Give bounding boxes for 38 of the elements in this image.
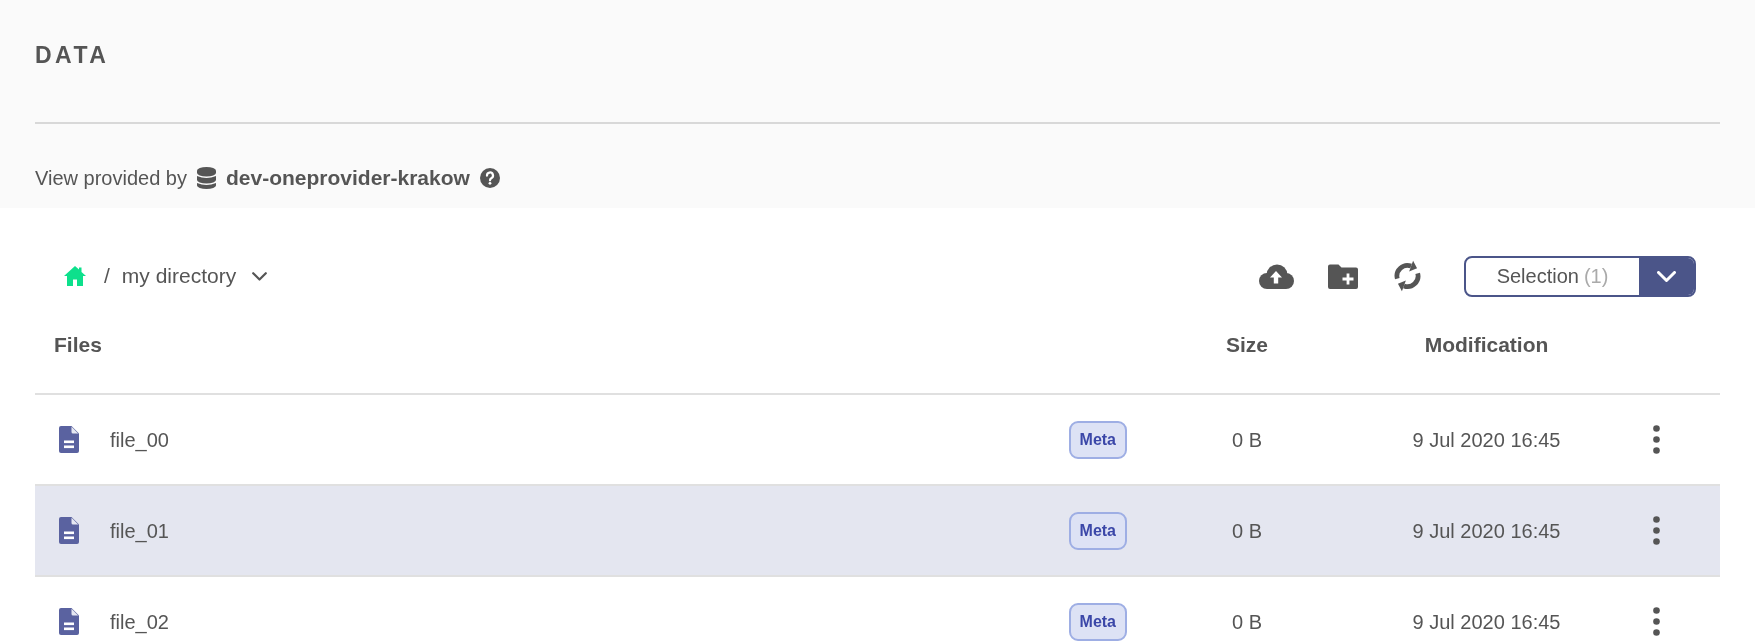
file-name[interactable]: file_02 — [110, 606, 169, 637]
modification-date: 9 Jul 2020 16:45 — [1412, 519, 1561, 542]
breadcrumb-current-directory[interactable]: my directory — [121, 260, 237, 292]
kebab-menu-icon — [1652, 607, 1660, 636]
selection-button[interactable]: Selection (1) — [1466, 257, 1639, 295]
file-icon — [59, 608, 79, 635]
files-column-header[interactable]: Files — [54, 333, 102, 357]
cloud-upload-icon[interactable] — [1258, 263, 1294, 289]
file-icon — [59, 426, 79, 453]
folder-plus-icon[interactable] — [1328, 263, 1358, 289]
metadata-tag[interactable]: Meta — [1068, 420, 1127, 459]
refresh-icon[interactable] — [1394, 260, 1421, 292]
size-column-header[interactable]: Size — [1226, 333, 1268, 357]
file-size: 0 B — [1232, 610, 1262, 633]
database-icon — [196, 167, 216, 189]
file-name[interactable]: file_01 — [110, 515, 169, 546]
page-title: DATA — [35, 41, 111, 70]
help-icon[interactable] — [479, 168, 500, 188]
metadata-tag[interactable]: Meta — [1068, 511, 1127, 550]
chevron-down-icon[interactable] — [252, 271, 268, 281]
provider-name[interactable]: dev-oneprovider-krakow — [225, 162, 470, 194]
file-size: 0 B — [1232, 519, 1262, 542]
provider-label: View provided by — [35, 166, 187, 191]
modification-date: 9 Jul 2020 16:45 — [1412, 428, 1561, 451]
selection-dropdown[interactable]: Selection (1) — [1464, 255, 1696, 297]
file-row[interactable]: file_01 Meta 0 B 9 Jul 2020 16:45 — [35, 484, 1720, 575]
dropdown-toggle-button[interactable] — [1639, 257, 1694, 295]
file-row[interactable]: file_02 Meta 0 B 9 Jul 2020 16:45 — [35, 575, 1720, 641]
chevron-down-icon — [1657, 270, 1676, 282]
kebab-menu-icon — [1652, 425, 1660, 454]
kebab-menu-icon — [1652, 516, 1660, 545]
modification-date: 9 Jul 2020 16:45 — [1412, 610, 1561, 633]
modification-column-header[interactable]: Modification — [1424, 333, 1549, 357]
breadcrumb-separator: / — [104, 263, 110, 290]
metadata-tag[interactable]: Meta — [1068, 602, 1127, 641]
file-icon — [59, 517, 79, 544]
file-size: 0 B — [1232, 428, 1262, 451]
file-name[interactable]: file_00 — [110, 424, 169, 455]
